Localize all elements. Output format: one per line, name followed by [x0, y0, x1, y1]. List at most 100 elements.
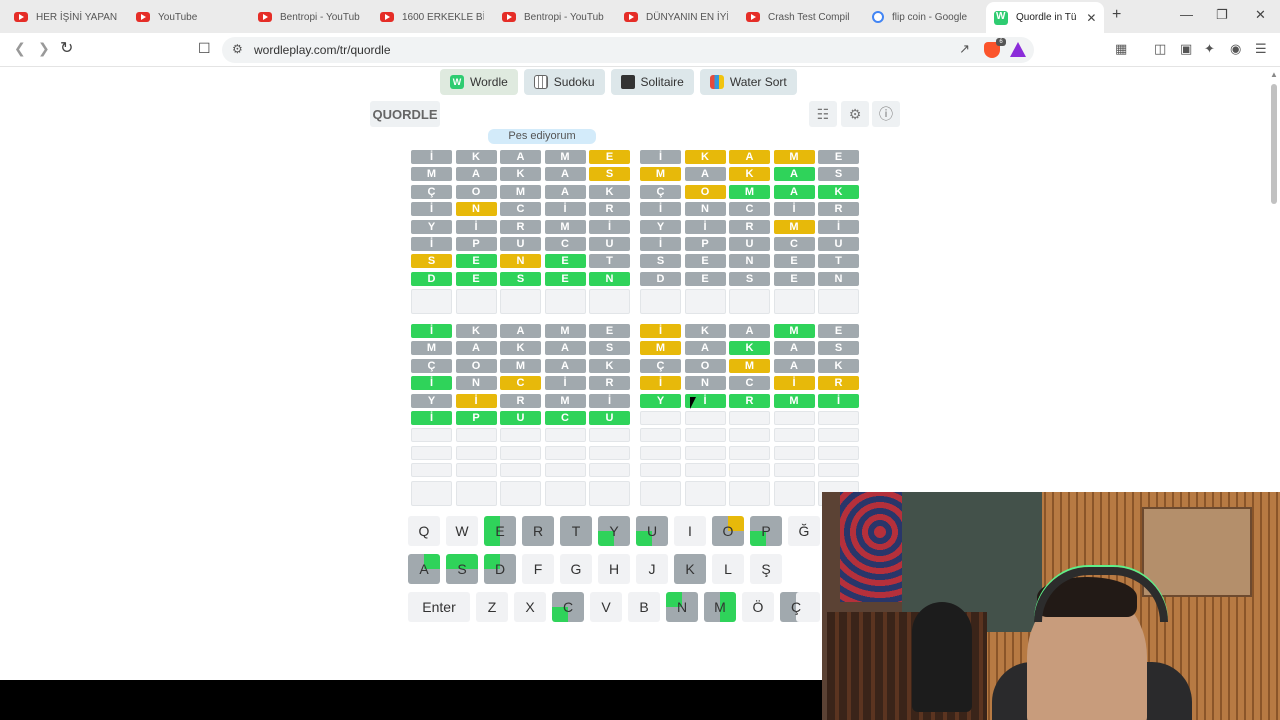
key[interactable]: Y	[598, 516, 630, 546]
letter-tile: M	[729, 184, 770, 199]
minimize-icon[interactable]: —	[1180, 7, 1193, 22]
share-icon[interactable]: ↗	[959, 41, 970, 57]
browser-tab[interactable]: Bentropi - YouTub	[250, 4, 362, 30]
key[interactable]: L	[712, 554, 744, 584]
letter-tile: K	[455, 324, 497, 338]
letter-tile: A	[773, 184, 815, 199]
browser-tab[interactable]: flip coin - Google	[864, 4, 976, 30]
letter-tile: K	[729, 167, 770, 182]
key[interactable]: F	[522, 554, 554, 584]
key[interactable]: N	[666, 592, 698, 622]
key[interactable]: V	[590, 592, 622, 622]
scrollbar[interactable]: ▲	[1270, 70, 1278, 680]
key[interactable]: E	[484, 516, 516, 546]
wallet-icon[interactable]: ▣	[1180, 41, 1192, 57]
stats-button[interactable]: ☷	[809, 101, 837, 127]
key[interactable]: Ğ	[788, 516, 820, 546]
key[interactable]: G	[560, 554, 592, 584]
letter-tile: A	[773, 341, 815, 356]
browser-tab[interactable]: Bentropi - YouTub	[494, 4, 606, 30]
reload-icon[interactable]: ↻	[60, 38, 73, 58]
key[interactable]: K	[674, 554, 706, 584]
key[interactable]: H	[598, 554, 630, 584]
key[interactable]: P	[750, 516, 782, 546]
letter-tile: İ	[455, 219, 497, 234]
settings-button[interactable]: ⚙	[841, 101, 869, 127]
key[interactable]: I	[674, 516, 706, 546]
bookmark-icon[interactable]: ☐	[198, 40, 211, 57]
key[interactable]: Q	[408, 516, 440, 546]
nav-wordle[interactable]: W Wordle	[440, 69, 518, 95]
browser-tab[interactable]: HER İŞİNİ YAPAN	[6, 4, 118, 30]
key[interactable]: D	[484, 554, 516, 584]
letter-tile: M	[773, 219, 815, 234]
site-settings-icon[interactable]: ⚙	[232, 42, 243, 56]
nav-water-sort[interactable]: Water Sort	[699, 69, 797, 95]
letter-tile: İ	[411, 411, 452, 425]
scroll-up-icon[interactable]: ▲	[1270, 70, 1278, 79]
letter-tile: İ	[411, 376, 452, 391]
close-window-icon[interactable]: ✕	[1255, 7, 1266, 23]
empty-tile	[589, 463, 630, 478]
reader-mode-icon[interactable]: ▦	[1115, 41, 1127, 57]
key[interactable]: M	[704, 592, 736, 622]
key[interactable]: S	[446, 554, 478, 584]
page-title[interactable]: QUORDLE	[370, 101, 440, 127]
key[interactable]: O	[712, 516, 744, 546]
browser-tab[interactable]: Quordle in Tü ✕	[986, 2, 1104, 33]
new-tab-icon[interactable]: +	[1112, 6, 1121, 24]
empty-tile	[589, 445, 630, 460]
key[interactable]: R	[522, 516, 554, 546]
key[interactable]: W	[446, 516, 478, 546]
nav-sudoku[interactable]: Sudoku	[523, 69, 605, 95]
sidebar-icon[interactable]: ◫	[1154, 41, 1166, 57]
key[interactable]: X	[514, 592, 546, 622]
key[interactable]: Ö	[742, 592, 774, 622]
letter-tile: S	[411, 254, 452, 269]
letter-tile: İ	[640, 202, 681, 217]
key-label: Ğ	[798, 523, 810, 539]
omnibox[interactable]: ⚙ wordleplay.com/tr/quordle ↗ 6	[222, 37, 1034, 63]
letter-tile: A	[544, 167, 586, 182]
key-label: K	[685, 561, 695, 577]
browser-tab[interactable]: DÜNYANIN EN İYİ	[616, 4, 728, 30]
empty-tile	[818, 428, 859, 443]
key[interactable]: Z	[476, 592, 508, 622]
key[interactable]: B	[628, 592, 660, 622]
wordle-icon	[994, 10, 1008, 25]
menu-icon[interactable]: ☰	[1255, 41, 1267, 57]
letter-tile: M	[640, 167, 681, 182]
vpn-icon[interactable]: ◉	[1230, 41, 1241, 57]
key[interactable]: Ş	[750, 554, 782, 584]
nav-solitaire[interactable]: Solitaire	[610, 69, 694, 95]
letter-tile: U	[818, 237, 859, 251]
maximize-icon[interactable]: ❐	[1216, 7, 1228, 23]
give-up-button[interactable]: Pes ediyorum	[488, 129, 596, 144]
browser-tab[interactable]: YouTube	[128, 4, 240, 30]
scroll-thumb[interactable]	[1271, 84, 1277, 204]
letter-tile: A	[455, 341, 497, 356]
letter-tile: N	[684, 202, 726, 217]
key[interactable]: T	[560, 516, 592, 546]
info-button[interactable]: ⓘ	[872, 101, 900, 127]
letter-tile: S	[640, 254, 681, 269]
brave-rewards-icon[interactable]	[1010, 42, 1026, 57]
forward-icon[interactable]: ❯	[38, 40, 50, 57]
close-tab-icon[interactable]: ✕	[1086, 11, 1096, 25]
empty-tile	[729, 289, 770, 315]
tab-title: flip coin - Google	[892, 11, 968, 23]
browser-tab[interactable]: Crash Test Compil	[738, 4, 850, 30]
info-icon: ⓘ	[879, 106, 893, 122]
back-icon[interactable]: ❮	[14, 40, 26, 57]
letter-tile: E	[589, 324, 630, 338]
letter-tile: A	[544, 184, 586, 199]
key[interactable]: J	[636, 554, 668, 584]
enter-key[interactable]: Enter	[408, 592, 470, 622]
key[interactable]: A	[408, 554, 440, 584]
key[interactable]: U	[636, 516, 668, 546]
browser-tab[interactable]: 1600 ERKEKLE BİR	[372, 4, 484, 30]
letter-tile: Y	[640, 393, 681, 408]
leo-ai-icon[interactable]: ✦	[1204, 41, 1215, 57]
letter-tile: C	[729, 202, 770, 217]
key[interactable]: C	[552, 592, 584, 622]
